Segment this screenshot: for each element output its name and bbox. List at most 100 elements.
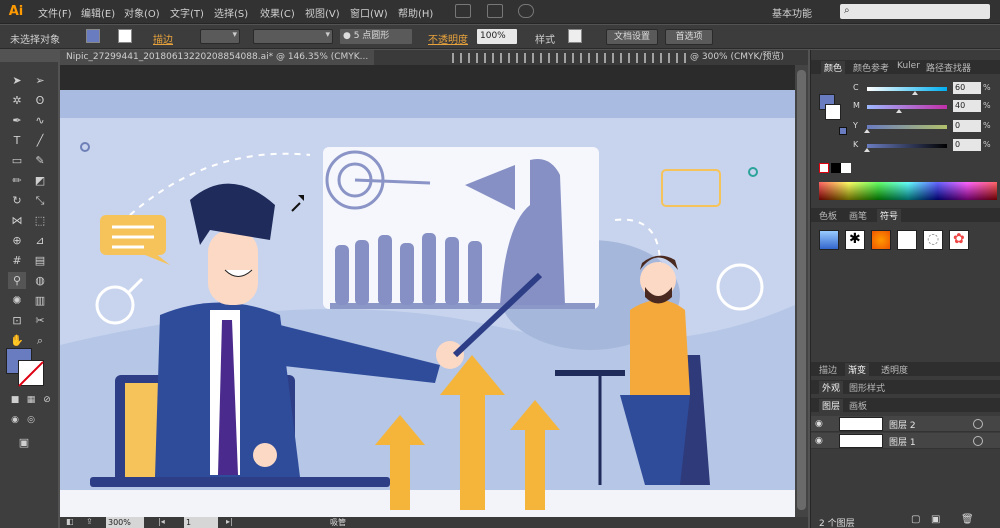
- hand-tool-icon[interactable]: ✋: [8, 332, 26, 349]
- zoom-tool-icon[interactable]: ⌕: [31, 332, 49, 349]
- symbol-thumb[interactable]: [871, 230, 891, 250]
- tab-brushes[interactable]: 画笔: [849, 209, 867, 222]
- width-tool-icon[interactable]: ⋈: [8, 212, 26, 229]
- black-slider[interactable]: K 0 %: [853, 139, 993, 152]
- tab-appearance[interactable]: 外观: [819, 381, 844, 394]
- tab-pathfinder[interactable]: 路径查找器: [926, 61, 971, 74]
- color-mini-swatch[interactable]: [839, 127, 847, 135]
- pencil-icon[interactable]: ✏: [8, 172, 26, 189]
- color-stroke-preview[interactable]: [825, 104, 841, 120]
- document-tab-2[interactable]: @ 300% (CMYK/预览): [690, 50, 784, 65]
- document-setup-button[interactable]: 文档设置: [606, 29, 658, 45]
- stroke-color-box[interactable]: [18, 360, 44, 386]
- menu-file[interactable]: 文件(F): [38, 5, 72, 20]
- symbol-thumb[interactable]: ✱: [845, 230, 865, 250]
- zoom-input[interactable]: 300%: [106, 517, 144, 528]
- visibility-eye-icon[interactable]: ◉: [815, 436, 823, 446]
- symbol-thumb[interactable]: [897, 230, 917, 250]
- none-swatch[interactable]: [819, 163, 829, 173]
- menu-view[interactable]: 视图(V): [305, 5, 340, 20]
- tab-gradient[interactable]: 渐变: [845, 363, 870, 376]
- page-input[interactable]: 1: [184, 517, 218, 528]
- bridge-icon[interactable]: [455, 4, 471, 18]
- white-swatch[interactable]: [841, 163, 851, 173]
- none-mode-icon[interactable]: ⊘: [38, 392, 56, 409]
- layer-target-icon[interactable]: [973, 419, 983, 429]
- style-swatch[interactable]: [568, 29, 582, 43]
- symbol-thumb[interactable]: ◌: [923, 230, 943, 250]
- slider-knob[interactable]: [864, 148, 870, 152]
- layer-row[interactable]: ◉ 图层 2: [811, 416, 1000, 432]
- tab-stroke[interactable]: 描边: [819, 363, 837, 376]
- new-sublayer-icon[interactable]: ▣: [931, 514, 940, 525]
- black-swatch[interactable]: [831, 163, 841, 173]
- menu-help[interactable]: 帮助(H): [398, 5, 433, 20]
- pen-tool-icon[interactable]: ✒: [8, 112, 26, 129]
- opacity-input[interactable]: 100%: [477, 29, 517, 44]
- brush-dropdown[interactable]: ● 5 点圆形: [340, 29, 412, 44]
- tab-transparency[interactable]: 透明度: [881, 363, 908, 376]
- tab-color-guide[interactable]: 颜色参考: [853, 61, 889, 74]
- layer-target-icon[interactable]: [973, 436, 983, 446]
- symbol-thumb[interactable]: [819, 230, 839, 250]
- magic-wand-icon[interactable]: ✲: [8, 92, 26, 109]
- stroke-label[interactable]: 描边: [153, 31, 173, 46]
- slice-icon[interactable]: ✂: [31, 312, 49, 329]
- selection-tool-icon[interactable]: ➤: [8, 72, 26, 89]
- first-page-icon[interactable]: |◂: [158, 517, 165, 526]
- column-graph-icon[interactable]: ▥: [31, 292, 49, 309]
- screen-mode-icon[interactable]: ▣: [15, 434, 33, 451]
- blend-icon[interactable]: ◍: [31, 272, 49, 289]
- eraser-icon[interactable]: ◩: [31, 172, 49, 189]
- tab-artboards[interactable]: 画板: [849, 399, 867, 412]
- perspective-grid-icon[interactable]: ⊿: [31, 232, 49, 249]
- tab-layers[interactable]: 图层: [819, 399, 844, 412]
- opacity-label[interactable]: 不透明度: [428, 31, 468, 46]
- slider-knob[interactable]: [896, 109, 902, 113]
- preferences-button[interactable]: 首选项: [665, 29, 713, 45]
- search-input[interactable]: ⌕: [840, 4, 990, 19]
- tab-graphic-styles[interactable]: 图形样式: [849, 381, 885, 394]
- curvature-icon[interactable]: ∿: [31, 112, 49, 129]
- arrange-icon[interactable]: ◧: [66, 517, 74, 526]
- slider-knob[interactable]: [864, 129, 870, 133]
- tab-kuler[interactable]: Kuler: [897, 61, 920, 71]
- document-tab[interactable]: Nipic_27299441_20180613220208854088.ai* …: [60, 50, 375, 65]
- paintbrush-icon[interactable]: ✎: [31, 152, 49, 169]
- lasso-icon[interactable]: ʘ: [31, 92, 49, 109]
- menu-edit[interactable]: 编辑(E): [81, 5, 115, 20]
- stroke-color-swatch[interactable]: [118, 29, 132, 43]
- tab-swatches[interactable]: 色板: [819, 209, 837, 222]
- channel-value[interactable]: 60: [953, 82, 981, 94]
- canvas[interactable]: [60, 65, 808, 517]
- visibility-eye-icon[interactable]: ◉: [815, 419, 823, 429]
- free-transform-icon[interactable]: ⬚: [31, 212, 49, 229]
- next-page-icon[interactable]: ▸|: [226, 517, 233, 526]
- channel-value[interactable]: 0: [953, 120, 981, 132]
- shape-builder-icon[interactable]: ⊕: [8, 232, 26, 249]
- color-spectrum[interactable]: [819, 182, 997, 200]
- arrange-documents-icon[interactable]: [487, 4, 503, 18]
- gpu-icon[interactable]: [518, 4, 534, 18]
- rotate-icon[interactable]: ↻: [8, 192, 26, 209]
- channel-value[interactable]: 0: [953, 139, 981, 151]
- rectangle-tool-icon[interactable]: ▭: [8, 152, 26, 169]
- scale-icon[interactable]: ⤡: [31, 192, 49, 209]
- trash-icon[interactable]: 🗑: [961, 514, 974, 525]
- tab-symbols[interactable]: 符号: [877, 209, 902, 222]
- fill-color-swatch[interactable]: [86, 29, 100, 43]
- mesh-icon[interactable]: #: [8, 252, 26, 269]
- artboard-tool-icon[interactable]: ⊡: [8, 312, 26, 329]
- yellow-slider[interactable]: Y 0 %: [853, 120, 993, 133]
- menu-effect[interactable]: 效果(C): [260, 5, 295, 20]
- export-icon[interactable]: ⇪: [86, 517, 93, 526]
- symbol-sprayer-icon[interactable]: ✺: [8, 292, 26, 309]
- menu-select[interactable]: 选择(S): [214, 5, 248, 20]
- menu-object[interactable]: 对象(O): [124, 5, 160, 20]
- menu-window[interactable]: 窗口(W): [350, 5, 388, 20]
- layer-row[interactable]: ◉ 图层 1: [811, 433, 1000, 449]
- channel-value[interactable]: 40: [953, 100, 981, 112]
- symbol-thumb[interactable]: ✿: [949, 230, 969, 250]
- tab-color[interactable]: 颜色: [821, 61, 846, 74]
- line-tool-icon[interactable]: ╱: [31, 132, 49, 149]
